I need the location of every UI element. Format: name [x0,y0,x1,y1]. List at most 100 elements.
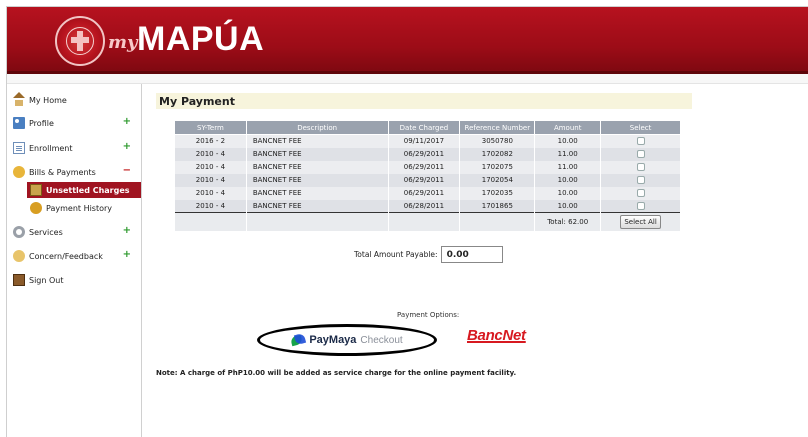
expand-icon[interactable]: + [123,249,131,260]
cell-amount: 10.00 [534,173,602,187]
sidebar-item-label: Services [29,227,63,237]
cell-reference: 1702035 [459,186,536,200]
cell-reference: 3050780 [459,134,536,148]
sidebar-subitem-label: Unsettled Charges [46,185,130,195]
select-checkbox[interactable] [636,201,645,210]
sidebar-item-label: Sign Out [29,275,64,285]
logo-prefix: my [108,32,138,53]
sidebar-item-concern-feedback[interactable]: Concern/Feedback + [13,248,137,264]
select-checkbox[interactable] [636,176,645,184]
cell-description: BANCNET FEE [245,199,389,213]
document-icon [13,142,25,154]
cell-amount: 11.00 [534,147,602,161]
bancnet-button[interactable]: BancNet [467,327,526,344]
cell-term: 2010 - 4 [174,199,247,213]
table-row: 2010 - 4 BANCNET FEE 06/29/2011 1702035 … [174,186,681,200]
sidebar-item-sign-out[interactable]: Sign Out [13,272,137,288]
cell-description: BANCNET FEE [245,186,389,200]
total-payable: Total Amount Payable: 0.00 [354,246,503,263]
select-checkbox[interactable] [636,137,645,146]
cell-select [600,147,681,161]
sidebar-subitem-label: Payment History [46,203,113,213]
page-title: My Payment [156,93,692,109]
coins-icon [30,202,42,214]
cell-amount: 10.00 [534,134,602,148]
cell-date: 06/29/2011 [387,173,461,187]
sidebar-item-label: My Home [29,95,67,105]
cell-term: 2016 - 2 [174,134,247,148]
cell-amount: 10.00 [534,186,602,200]
cell-reference: 1702075 [459,160,536,174]
cell-select [600,160,681,174]
cell-select [600,134,681,148]
sidebar-subitem-payment-history[interactable]: Payment History [27,200,141,216]
table-row: 2016 - 2 BANCNET FEE 09/11/2017 3050780 … [174,134,681,148]
table-header-row: SY-Term Description Date Charged Referen… [174,120,681,135]
select-checkbox[interactable] [636,189,645,197]
cell-date: 06/28/2011 [387,199,461,213]
column-header: Date Charged [387,120,461,135]
select-checkbox[interactable] [636,150,645,158]
sidebar-item-label: Concern/Feedback [29,251,103,261]
cell-description: BANCNET FEE [245,147,389,161]
column-header: Reference Number [459,120,536,135]
cell-term: 2010 - 4 [174,173,247,187]
paymaya-logo-icon [290,332,307,347]
total-payable-field[interactable]: 0.00 [440,246,503,263]
expand-icon[interactable]: + [123,141,131,152]
sidebar-item-services[interactable]: Services + [13,224,137,240]
column-header: Description [245,120,389,135]
header-underbar [7,74,808,84]
sidebar-item-my-home[interactable]: My Home [13,92,137,108]
cell-date: 09/11/2017 [387,134,461,148]
cell-date: 06/29/2011 [387,147,461,161]
cell-description: BANCNET FEE [245,134,389,148]
cell-amount: 10.00 [534,199,602,213]
sidebar-subitem-unsettled-charges[interactable]: Unsettled Charges [27,182,141,198]
bills-icon [13,166,25,178]
app-frame: my MAPÚA My Home Profile + Enrollment + … [6,6,808,437]
payments-table: SY-Term Description Date Charged Referen… [174,120,681,231]
total-amount: Total: 62.00 [534,212,602,231]
column-header: Select [600,120,681,135]
sidebar-item-label: Profile [29,118,54,128]
cell-amount: 11.00 [534,160,602,174]
select-checkbox[interactable] [636,163,645,171]
cell-reference: 1701865 [459,199,536,213]
chat-icon [13,250,25,262]
collapse-icon[interactable]: − [123,165,131,176]
cell-reference: 1702054 [459,173,536,187]
card-icon [30,184,42,196]
cell-term: 2010 - 4 [174,186,247,200]
main-content: My Payment SY-Term Description Date Char… [149,84,808,437]
total-payable-label: Total Amount Payable: [354,250,438,259]
cell-date: 06/29/2011 [387,186,461,200]
table-row: 2010 - 4 BANCNET FEE 06/28/2011 1701865 … [174,199,681,213]
select-all-button[interactable]: Select All [620,214,661,229]
payment-options-label: Payment Options: [397,311,460,319]
expand-icon[interactable]: + [123,225,131,236]
home-icon [13,92,25,106]
expand-icon[interactable]: + [123,116,131,127]
cell-select [600,186,681,200]
cell-date: 06/29/2011 [387,160,461,174]
sidebar-item-label: Bills & Payments [29,167,96,177]
table-row: 2010 - 4 BANCNET FEE 06/29/2011 1702054 … [174,173,681,187]
cell-description: BANCNET FEE [245,160,389,174]
sidebar: My Home Profile + Enrollment + Bills & P… [7,84,142,437]
cell-description: BANCNET FEE [245,173,389,187]
table-row: 2010 - 4 BANCNET FEE 06/29/2011 1702075 … [174,160,681,174]
cell-select [600,199,681,213]
paymaya-checkout-button[interactable]: PayMaya Checkout [257,324,437,356]
sidebar-item-bills-payments[interactable]: Bills & Payments − [13,164,137,180]
table-total-row: Total: 62.00 Select All [174,212,681,231]
sidebar-item-label: Enrollment [29,143,73,153]
sidebar-item-profile[interactable]: Profile + [13,115,137,131]
cell-reference: 1702082 [459,147,536,161]
sidebar-item-enrollment[interactable]: Enrollment + [13,140,137,156]
cell-term: 2010 - 4 [174,160,247,174]
mapua-seal-logo [55,16,105,66]
column-header: SY-Term [174,120,247,135]
table-row: 2010 - 4 BANCNET FEE 06/29/2011 1702082 … [174,147,681,161]
site-header: my MAPÚA [7,7,808,74]
